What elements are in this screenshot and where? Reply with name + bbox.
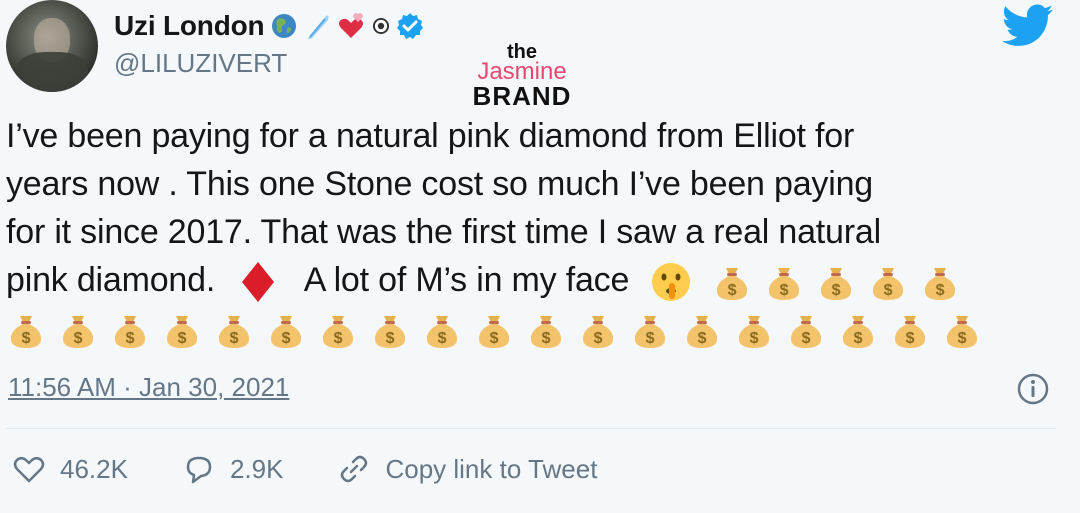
svg-text:$: $ (386, 330, 395, 347)
action-bar: 46.2K 2.9K Copy link to Tweet (12, 452, 651, 486)
money-bag-icon: $ (790, 316, 822, 349)
money-bag-icon: $ (218, 316, 250, 349)
display-name[interactable]: Uzi London (114, 10, 265, 42)
money-bag-icon: $ (582, 316, 614, 349)
reply-count: 2.9K (229, 453, 284, 484)
svg-text:$: $ (906, 330, 915, 347)
svg-text:$: $ (490, 330, 499, 347)
shushing-face-icon (652, 263, 691, 302)
money-bag-icon: $ (10, 316, 42, 349)
tweet-line: for it since 2017. That was the first ti… (6, 213, 881, 251)
svg-text:$: $ (854, 330, 863, 347)
timestamp-link[interactable]: 11:56 AM · Jan 30, 2021 (8, 372, 289, 403)
money-bag-icon: $ (946, 316, 978, 349)
money-bag-icon: $ (166, 316, 198, 349)
tweet-line-5: $ $ $ $ $ $ $ $ $ $ $ $ $ $ $ $ $ $ $ (6, 304, 1066, 352)
money-bag-icon: $ (114, 316, 146, 349)
money-bag-icon: $ (894, 316, 926, 349)
handle[interactable]: @LILUZIVERT (114, 48, 287, 79)
link-icon (341, 455, 368, 483)
tweet-line: I’ve been paying for a natural pink diam… (6, 117, 855, 155)
like-count: 46.2K (60, 453, 128, 484)
author-name-row: Uzi London (114, 6, 424, 46)
moneybag-group: $ $ $ $ $ (712, 262, 960, 302)
reply-button[interactable]: 2.9K (182, 452, 284, 486)
svg-text:$: $ (935, 282, 944, 299)
svg-text:$: $ (779, 282, 788, 299)
money-bag-icon: $ (530, 316, 562, 349)
tweet-card: Uzi London @LILUZIVERT the Jasmine BRAND… (0, 0, 1080, 513)
comet-icon (308, 15, 330, 39)
globe-icon (272, 14, 297, 38)
svg-text:$: $ (594, 330, 603, 347)
tweet-text: I’ve been paying for a natural pink diam… (6, 112, 1066, 352)
svg-text:$: $ (438, 330, 447, 347)
money-bag-icon: $ (62, 316, 94, 349)
copy-link-button[interactable]: Copy link to Tweet (337, 452, 597, 486)
money-bag-icon: $ (820, 268, 851, 301)
money-bag-icon: $ (322, 316, 354, 349)
money-bag-icon: $ (478, 316, 510, 349)
hearts-icon (339, 13, 364, 38)
tweet-text-fragment: pink diamond. (6, 261, 216, 299)
money-bag-icon: $ (924, 268, 955, 301)
svg-text:$: $ (958, 330, 967, 347)
svg-text:$: $ (698, 330, 707, 347)
record-icon (373, 17, 390, 35)
svg-text:$: $ (727, 282, 736, 299)
info-icon[interactable] (1016, 372, 1050, 406)
svg-text:$: $ (334, 330, 343, 347)
svg-text:$: $ (542, 330, 551, 347)
svg-text:$: $ (646, 330, 655, 347)
divider (6, 428, 1056, 429)
verified-badge-icon (397, 13, 424, 39)
reply-icon (186, 456, 212, 484)
svg-text:$: $ (802, 330, 811, 347)
money-bag-icon: $ (686, 316, 718, 349)
moneybag-group: $ $ $ $ $ $ $ $ $ $ $ $ $ $ $ $ $ $ $ (6, 310, 982, 350)
svg-text:$: $ (74, 330, 83, 347)
copy-link-label: Copy link to Tweet (385, 453, 598, 484)
svg-text:$: $ (750, 330, 759, 347)
diamond-icon (242, 262, 275, 303)
money-bag-icon: $ (716, 268, 747, 301)
svg-text:$: $ (178, 330, 187, 347)
money-bag-icon: $ (426, 316, 458, 349)
money-bag-icon: $ (270, 316, 302, 349)
svg-text:$: $ (831, 282, 840, 299)
tweet-line: years now . This one Stone cost so much … (6, 165, 874, 203)
svg-text:$: $ (282, 330, 291, 347)
tweet-line-4: pink diamond. A lot of M’s in my face $ $… (6, 256, 1066, 304)
avatar[interactable] (6, 0, 98, 92)
like-button[interactable]: 46.2K (12, 452, 128, 486)
watermark-brand: BRAND (472, 81, 572, 111)
svg-text:$: $ (883, 282, 892, 299)
svg-text:$: $ (126, 330, 135, 347)
money-bag-icon: $ (634, 316, 666, 349)
watermark-logo: the Jasmine BRAND (462, 42, 582, 109)
money-bag-icon: $ (738, 316, 770, 349)
svg-text:$: $ (22, 330, 31, 347)
money-bag-icon: $ (374, 316, 406, 349)
svg-text:$: $ (230, 330, 239, 347)
tweet-text-fragment: A lot of M’s in my face (303, 261, 630, 299)
money-bag-icon: $ (768, 268, 799, 301)
money-bag-icon: $ (872, 268, 903, 301)
heart-icon (13, 457, 45, 483)
twitter-bird-icon[interactable] (1002, 4, 1054, 48)
money-bag-icon: $ (842, 316, 874, 349)
